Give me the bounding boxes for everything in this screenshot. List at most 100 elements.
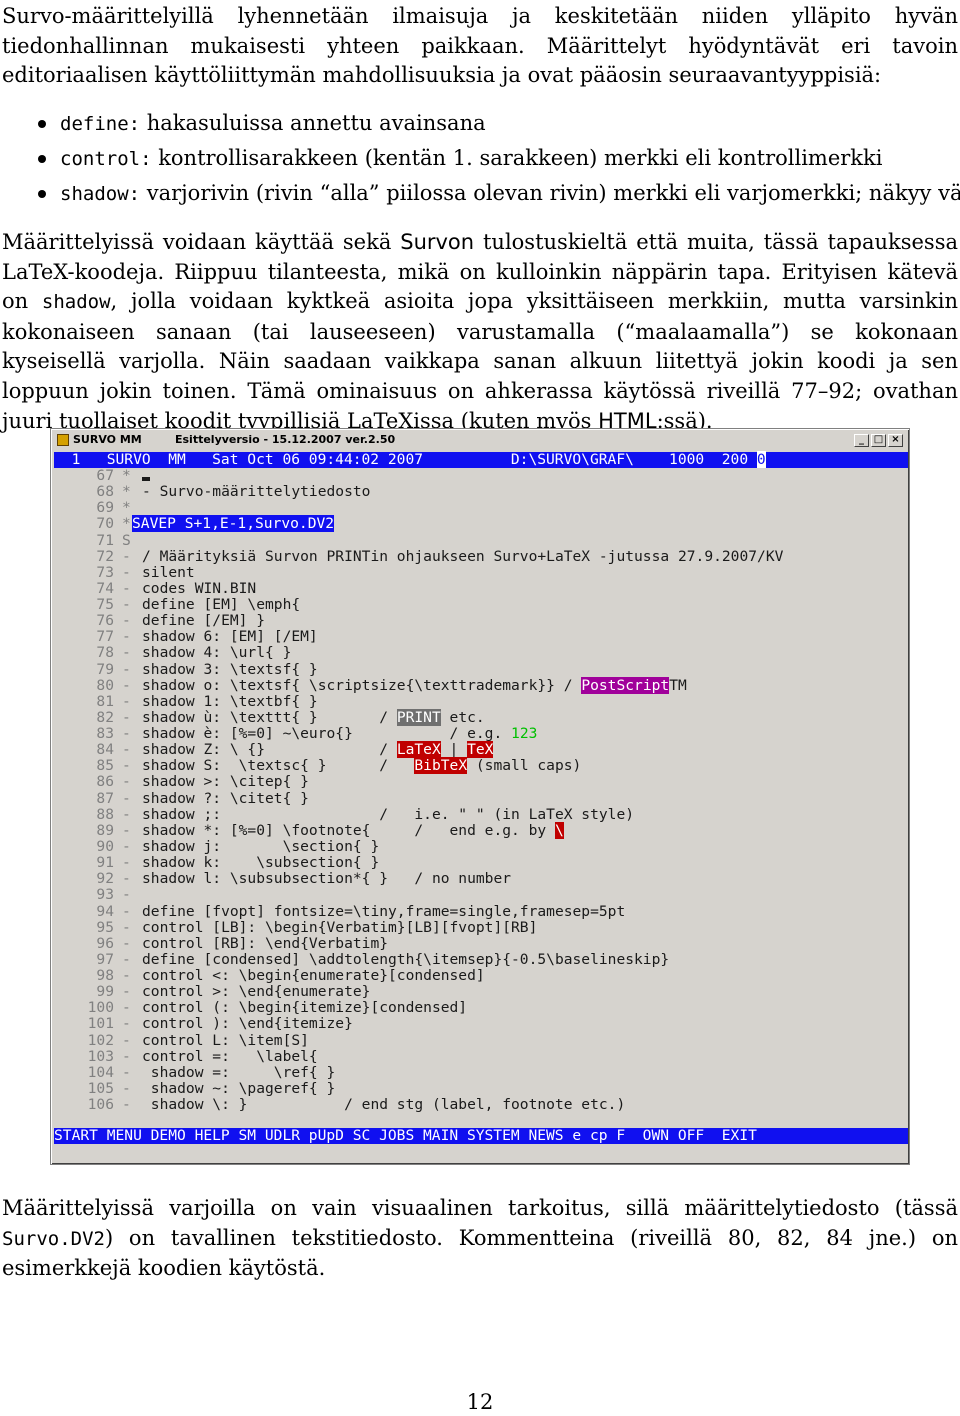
control-char: - xyxy=(122,596,131,614)
edit-line[interactable]: 92- shadow l: \subsubsection*{ } / no num… xyxy=(54,871,908,887)
edit-line[interactable]: 84- shadow Z: \ {} / LaTeX | TeX xyxy=(54,741,908,759)
edit-line[interactable]: 95- control [LB]: \begin{Verbatim}[LB][fv… xyxy=(54,919,908,936)
edit-line[interactable]: 67 * xyxy=(54,468,908,484)
survo-edit-field[interactable]: 1 SURVO MM Sat Oct 06 09:44:02 2007 D:\S… xyxy=(54,451,908,1158)
definition-types-list: define: hakasuluissa annettu avainsana c… xyxy=(34,108,960,213)
edit-line[interactable]: 76- define [/EM] } xyxy=(54,613,908,629)
line-text-run: shadow j: \section{ } xyxy=(142,837,380,855)
line-number: 91 xyxy=(96,854,114,872)
control-char: - xyxy=(122,660,131,678)
edit-line[interactable]: 104- shadow =: \ref{ } xyxy=(54,1063,908,1081)
line-number: 68 xyxy=(96,483,114,501)
body-paragraph: Määrittelyissä voidaan käyttää sekä Surv… xyxy=(2,228,958,436)
bottom-menu-bar[interactable]: START MENU DEMO HELP SM UDLR pUpD SC JOB… xyxy=(54,1128,908,1144)
line-text-run: define [/EM] } xyxy=(142,612,266,630)
window-titlebar[interactable]: SURVO MM Esittelyversio - 15.12.2007 ver… xyxy=(53,431,907,449)
edit-line[interactable]: 93- xyxy=(54,887,908,903)
line-text-run: shadow 3: \textsf{ } xyxy=(142,660,318,678)
line-text: / Määrityksiä Survon PRINTin ohjaukseen … xyxy=(142,547,784,565)
edit-line[interactable]: 87- shadow ?: \citet{ } xyxy=(54,790,908,807)
edit-line[interactable]: 102- control L: \item[S] xyxy=(54,1031,908,1049)
edit-line[interactable]: 75- define [EM] \emph{ xyxy=(54,597,908,613)
edit-line[interactable]: 90- shadow j: \section{ } xyxy=(54,837,908,855)
list-item-text: kontrollisarakkeen (kentän 1. sarakkeen)… xyxy=(151,146,883,170)
line-text-run: define [fvopt] fontsize=\tiny,frame=sing… xyxy=(142,902,626,920)
line-text: shadow 1: \textbf{ } xyxy=(142,693,318,710)
line-text-run: shadow ;: / i.e. " " (in LaTeX style) xyxy=(142,805,635,823)
line-text: shadow ~: \pageref{ } xyxy=(142,1080,336,1097)
control-char: - xyxy=(122,870,131,888)
edit-line[interactable]: 101- control ): \end{itemize} xyxy=(54,1016,908,1032)
edit-line[interactable]: 96- control [RB]: \end{Verbatim} xyxy=(54,934,908,952)
text-run: Määrittelyissä voidaan käyttää sekä xyxy=(2,230,401,254)
minimize-button[interactable]: _ xyxy=(854,434,869,447)
edit-line[interactable]: 73- silent xyxy=(54,563,908,581)
line-text-run: shadow =: \ref{ } xyxy=(142,1063,336,1081)
line-text: control ): \end{itemize} xyxy=(142,1016,353,1032)
edit-line[interactable]: 71 S xyxy=(54,532,908,549)
line-number: 79 xyxy=(96,660,114,678)
line-number: 75 xyxy=(96,596,114,614)
line-text: control [LB]: \begin{Verbatim}[LB][fvopt… xyxy=(142,919,537,936)
edit-line[interactable]: 83- shadow è: [%=0] ~\euro{} / e.g. 123 xyxy=(54,726,908,742)
edit-line[interactable]: 78- shadow 4: \url{ } xyxy=(54,645,908,661)
code-keyword: control: xyxy=(60,148,152,170)
line-text: control [RB]: \end{Verbatim} xyxy=(142,935,388,952)
control-char: - xyxy=(122,805,131,823)
edit-line[interactable]: 79- shadow 3: \textsf{ } xyxy=(54,660,908,678)
line-text-run: shadow k: \subsection{ } xyxy=(142,854,380,872)
edit-line[interactable]: 85- shadow S: \textsc{ } / BibTeX (small … xyxy=(54,757,908,775)
line-text: shadow Z: \ {} / LaTeX | TeX xyxy=(142,741,494,759)
text-run: / e.g. xyxy=(352,725,512,743)
close-button[interactable]: × xyxy=(888,434,903,447)
edit-line[interactable]: 103- control =: \label{ xyxy=(54,1047,908,1065)
edit-line[interactable]: 70 * SAVEP S+1,E-1,Survo.DV2 xyxy=(54,515,908,533)
edit-line[interactable]: 86- shadow >: \citep{ } xyxy=(54,774,908,790)
control-char: - xyxy=(122,547,131,565)
line-number: 99 xyxy=(96,983,114,1001)
page-number: 12 xyxy=(466,1390,494,1414)
edit-line[interactable]: 69 * xyxy=(54,500,908,516)
edit-line[interactable]: 91- shadow k: \subsection{ } xyxy=(54,855,908,871)
control-char: - xyxy=(122,886,131,904)
line-text-run: shadow S: \textsc{ } / xyxy=(142,757,397,775)
edit-line[interactable]: 80- shadow o: \textsf{ \scriptsize{\textt… xyxy=(54,676,908,694)
savep-command: SAVEP S+1,E-1,Survo.DV2 xyxy=(132,515,335,533)
line-text-run: / Määrityksiä Survon PRINTin ohjaukseen … xyxy=(142,547,784,565)
control-char: * xyxy=(122,483,131,501)
line-number: 86 xyxy=(96,773,114,791)
shadow-highlight: 123 xyxy=(511,725,538,743)
control-char: - xyxy=(122,1047,131,1065)
line-text-run: - Survo-määrittelytiedosto xyxy=(142,483,371,501)
edit-line[interactable]: 82- shadow ù: \texttt{ } / PRINT etc. xyxy=(54,708,908,726)
maximize-button[interactable]: □ xyxy=(871,434,886,447)
line-text: shadow è: [%=0] ~\euro{} / e.g. 123 xyxy=(142,726,537,742)
edit-line[interactable]: 81- shadow 1: \textbf{ } xyxy=(54,693,908,710)
line-number: 96 xyxy=(96,934,114,952)
edit-line[interactable]: 72- / Määrityksiä Survon PRINTin ohjaukse… xyxy=(54,547,908,565)
control-char: - xyxy=(122,1015,131,1033)
edit-line[interactable]: 94- define [fvopt] fontsize=\tiny,frame=s… xyxy=(54,902,908,920)
line-number: 102 xyxy=(87,1031,114,1049)
control-char: * xyxy=(122,515,131,533)
edit-line[interactable]: 106- shadow \: } / end stg (label, footn… xyxy=(54,1097,908,1113)
edit-line[interactable]: 68 * - Survo-määrittelytiedosto xyxy=(54,484,908,500)
text-run: TM xyxy=(669,676,687,694)
control-char: * xyxy=(122,499,131,517)
edit-line[interactable]: 98- control <: \begin{enumerate}[condense… xyxy=(54,968,908,984)
edit-line[interactable]: 89- shadow *: [%=0] \footnote{ / end e.g.… xyxy=(54,821,908,839)
edit-line[interactable]: 97- define [condensed] \addtolength{\item… xyxy=(54,950,908,968)
shadow-highlight: TeX xyxy=(467,741,494,759)
edit-line[interactable]: 105- shadow ~: \pageref{ } xyxy=(54,1079,908,1097)
edit-line[interactable]: 99- control >: \end{enumerate} xyxy=(54,984,908,1000)
line-number: 80 xyxy=(96,676,114,694)
edit-line[interactable]: 74- codes WIN.BIN xyxy=(54,580,908,597)
edit-line[interactable]: 100- control (: \begin{itemize}[condensed… xyxy=(54,1000,908,1016)
edit-line[interactable]: 88- shadow ;: / i.e. " " (in LaTeX style) xyxy=(54,805,908,823)
control-char: - xyxy=(122,1079,131,1097)
edit-line[interactable]: 77- shadow 6: [EM] [/EM] xyxy=(54,629,908,645)
control-char: - xyxy=(122,950,131,968)
line-text xyxy=(142,468,150,484)
control-char: - xyxy=(122,563,131,581)
control-char: - xyxy=(122,821,131,839)
